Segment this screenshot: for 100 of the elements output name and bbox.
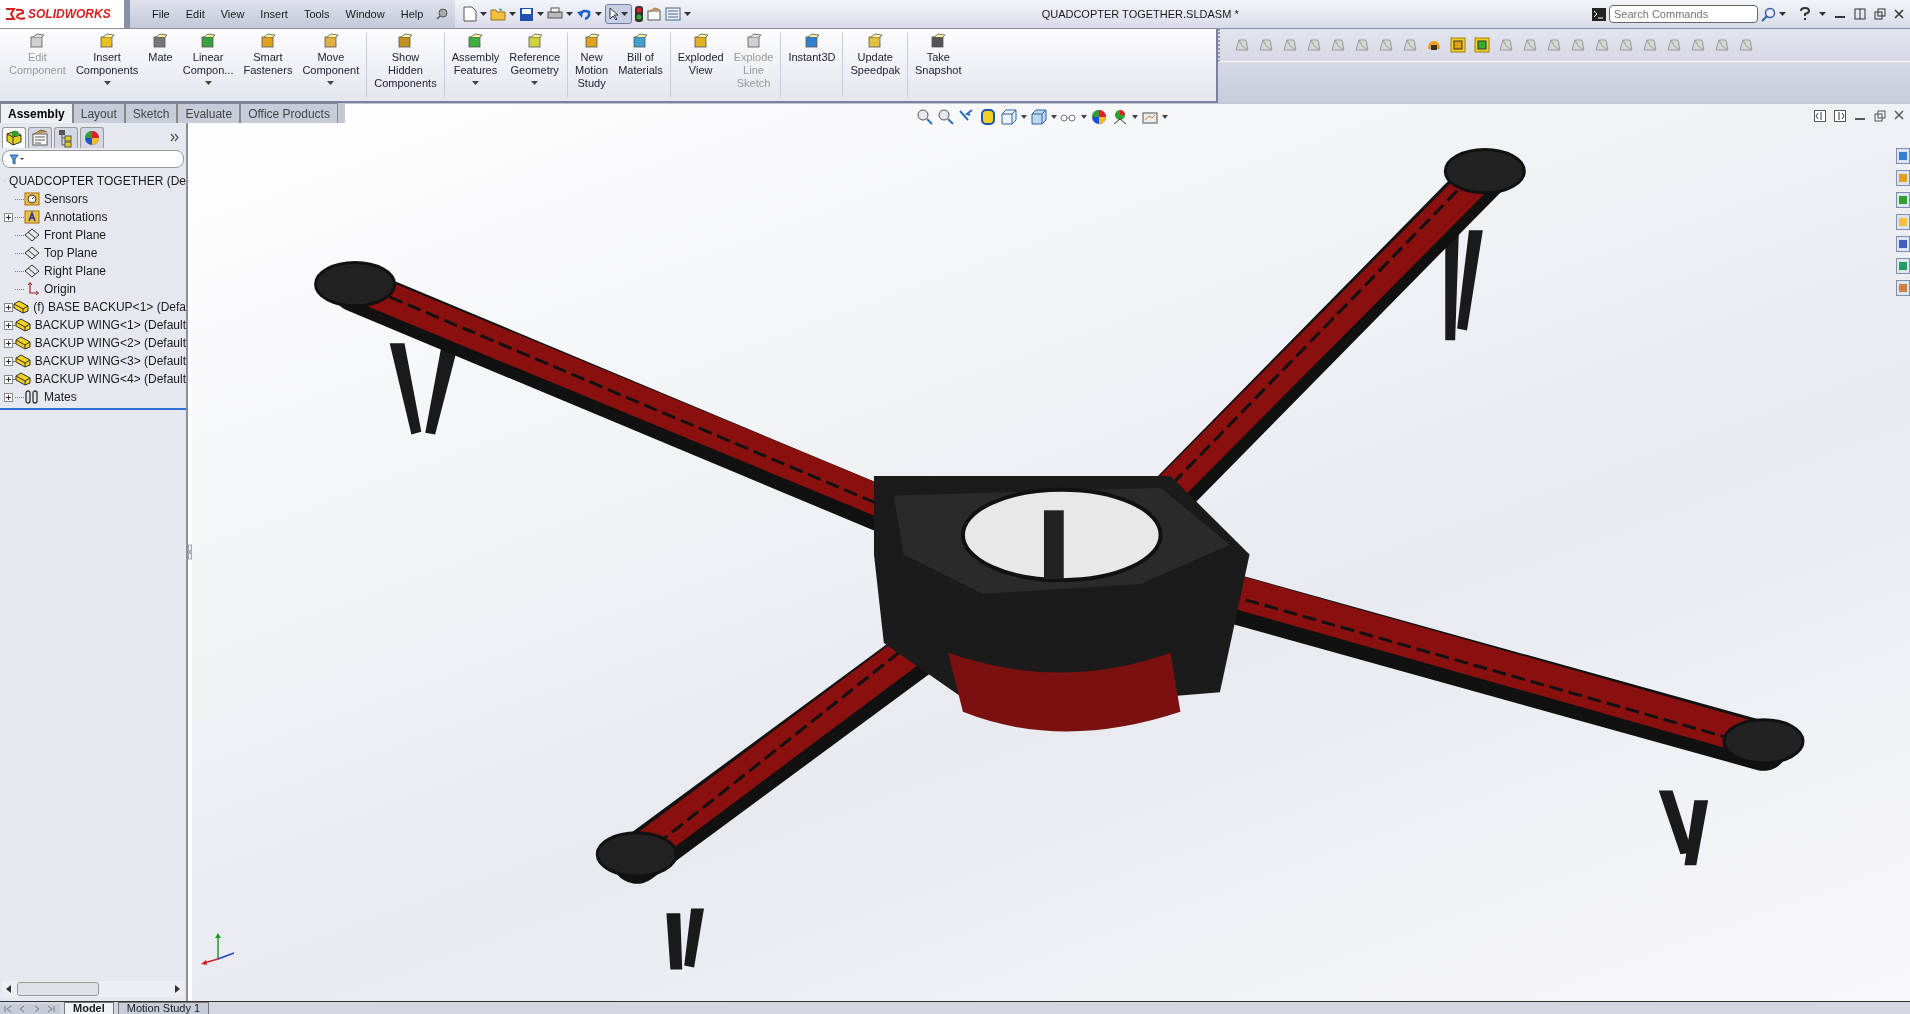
task-pane-tab-icon[interactable] xyxy=(1896,236,1910,252)
menu-item[interactable]: Window xyxy=(337,8,393,20)
caret-icon[interactable] xyxy=(1779,12,1786,16)
tree-item[interactable]: Top Plane xyxy=(24,246,98,260)
command-button[interactable]: Linear Compon... xyxy=(177,29,239,101)
command-tab[interactable]: Office Products xyxy=(240,103,338,123)
tree-item[interactable]: Mates xyxy=(24,390,77,404)
tree-item[interactable]: BACKUP WING<2> (Default xyxy=(14,336,186,350)
traffic-light-icon[interactable] xyxy=(635,6,644,22)
zoom-to-fit-icon[interactable] xyxy=(916,108,934,126)
expand-icon[interactable] xyxy=(4,320,13,330)
task-pane-tab-icon[interactable] xyxy=(1896,148,1910,164)
command-button[interactable]: Bill of Materials xyxy=(613,29,668,101)
tree-item[interactable]: BACKUP WING<1> (Default xyxy=(14,318,186,332)
menu-item[interactable]: View xyxy=(212,8,253,20)
model-tab[interactable]: Motion Study 1 xyxy=(117,1002,210,1014)
model-tab[interactable]: Model xyxy=(64,1002,114,1014)
menu-item[interactable]: Help xyxy=(392,8,432,20)
caret-icon[interactable] xyxy=(684,12,692,16)
scroll-left-icon[interactable] xyxy=(6,985,11,993)
scene-icon[interactable] xyxy=(1111,108,1129,126)
command-button[interactable]: Reference Geometry xyxy=(504,29,566,101)
tree-item[interactable]: Right Plane xyxy=(24,264,107,278)
scroll-thumb[interactable] xyxy=(17,982,99,996)
expand-icon[interactable] xyxy=(4,374,13,384)
tree-item[interactable]: Annotations xyxy=(24,210,108,224)
command-button[interactable]: Move Component xyxy=(297,29,365,101)
tree-item[interactable]: Front Plane xyxy=(24,228,107,242)
search-icon[interactable] xyxy=(1761,6,1776,22)
zoom-area-icon[interactable] xyxy=(937,108,955,126)
collapse-handle-icon[interactable] xyxy=(188,541,192,563)
select-button[interactable] xyxy=(605,4,633,24)
task-pane-tab-icon[interactable] xyxy=(1896,258,1910,274)
task-pane-tab-icon[interactable] xyxy=(1896,192,1910,208)
configuration-tab-icon[interactable] xyxy=(54,127,78,148)
tile-icon[interactable] xyxy=(1854,8,1866,20)
print-icon[interactable] xyxy=(547,7,564,21)
expand-icon[interactable] xyxy=(4,338,13,348)
caret-icon[interactable] xyxy=(537,12,545,16)
horizontal-scrollbar[interactable] xyxy=(2,981,184,997)
tree-item[interactable]: (f) BASE BACKUP<1> (Defa xyxy=(13,300,186,314)
caret-icon[interactable] xyxy=(1132,115,1138,119)
tree-item[interactable]: Origin xyxy=(24,282,76,296)
expand-icon[interactable] xyxy=(4,356,13,366)
close-icon[interactable] xyxy=(1894,110,1904,120)
caret-icon[interactable] xyxy=(1819,12,1826,16)
new-document-icon[interactable] xyxy=(463,6,478,22)
tree-item[interactable]: BACKUP WING<3> (Default xyxy=(14,354,186,368)
appearance-tab-icon[interactable] xyxy=(80,127,104,148)
tree-item[interactable]: BACKUP WING<4> (Default xyxy=(14,372,186,386)
file-properties-icon[interactable] xyxy=(646,7,663,21)
tree-item[interactable]: QUADCOPTER TOGETHER (De xyxy=(4,172,186,190)
view-orientation-icon[interactable] xyxy=(1000,108,1018,126)
menu-item[interactable]: File xyxy=(144,8,178,20)
menu-item[interactable]: Insert xyxy=(252,8,296,20)
command-button[interactable]: Mate xyxy=(143,29,178,101)
command-button[interactable]: Assembly Features xyxy=(446,29,505,101)
caret-icon[interactable] xyxy=(566,12,574,16)
command-button[interactable]: Smart Fasteners xyxy=(238,29,298,101)
caret-icon[interactable] xyxy=(509,12,517,16)
menu-item[interactable]: Edit xyxy=(177,8,213,20)
command-button[interactable]: Insert Components xyxy=(70,29,144,101)
command-button[interactable]: Show Hidden Components xyxy=(369,29,442,101)
caret-icon[interactable] xyxy=(480,12,488,16)
command-button[interactable]: Take Snapshot xyxy=(910,29,967,101)
filter-field[interactable] xyxy=(2,150,184,168)
save-icon[interactable] xyxy=(519,6,535,22)
command-tab[interactable]: Layout xyxy=(72,103,125,123)
search-field[interactable]: Search Commands xyxy=(1609,5,1758,23)
section-view-icon[interactable] xyxy=(979,108,997,126)
appearance-icon[interactable] xyxy=(1090,108,1108,126)
scroll-right-icon[interactable] xyxy=(175,985,180,993)
close-icon[interactable] xyxy=(1894,9,1904,19)
split-left-icon[interactable] xyxy=(1814,110,1826,122)
property-tab-icon[interactable] xyxy=(28,127,52,148)
restore-icon[interactable] xyxy=(1874,8,1886,20)
command-button[interactable]: Update Speedpak xyxy=(845,29,906,101)
tree-item[interactable]: Sensors xyxy=(24,192,89,206)
menu-item[interactable]: Tools xyxy=(295,8,338,20)
split-right-icon[interactable] xyxy=(1834,110,1846,122)
restore-icon[interactable] xyxy=(1874,110,1886,122)
command-tab[interactable]: Sketch xyxy=(124,103,178,123)
caret-icon[interactable] xyxy=(1081,115,1087,119)
command-tab[interactable]: Evaluate xyxy=(177,103,241,123)
feature-tree-tab-icon[interactable] xyxy=(2,127,26,148)
caret-icon[interactable] xyxy=(595,12,603,16)
expand-panel-icon[interactable] xyxy=(170,133,180,142)
command-button[interactable]: Instant3D xyxy=(783,29,841,101)
expand-icon[interactable] xyxy=(4,392,13,402)
display-style-icon[interactable] xyxy=(1030,108,1048,126)
caret-icon[interactable] xyxy=(1021,115,1027,119)
command-button[interactable]: Exploded View xyxy=(672,29,729,101)
expand-icon[interactable] xyxy=(4,302,13,312)
pin-icon[interactable] xyxy=(435,7,450,21)
caret-icon[interactable] xyxy=(1162,115,1168,119)
command-tab[interactable]: Assembly xyxy=(0,103,73,123)
help-icon[interactable] xyxy=(1799,7,1811,21)
expand-icon[interactable] xyxy=(4,212,13,222)
undo-icon[interactable] xyxy=(576,7,593,21)
command-button[interactable]: New Motion Study xyxy=(570,29,614,101)
